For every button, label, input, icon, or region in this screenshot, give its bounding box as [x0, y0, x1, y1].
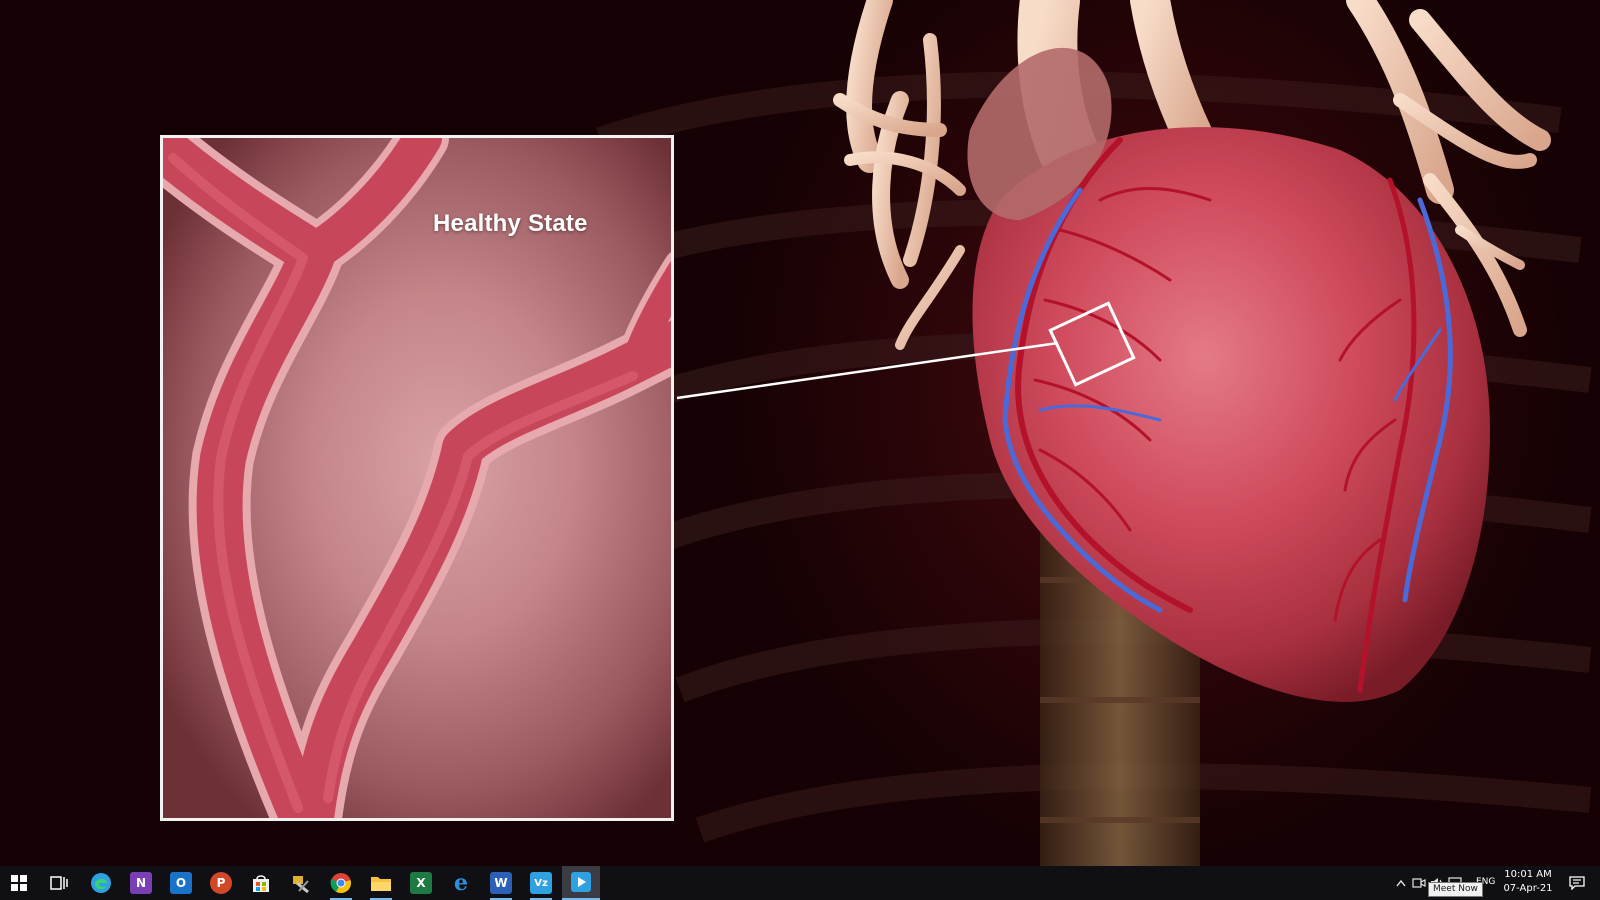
tools-icon — [293, 876, 309, 893]
taskbar-onenote[interactable]: N — [122, 866, 160, 900]
excel-icon: X — [410, 872, 432, 894]
notification-icon — [1569, 876, 1585, 890]
clock-date: 07-Apr-21 — [1503, 883, 1553, 894]
clock-time: 10:01 AM — [1504, 869, 1552, 880]
taskbar-file-explorer[interactable] — [362, 866, 400, 900]
taskbar-outlook[interactable]: O — [162, 866, 200, 900]
task-view-icon — [50, 876, 68, 890]
meet-now-icon[interactable] — [1410, 874, 1428, 892]
taskbar-media-player[interactable] — [562, 866, 600, 900]
taskbar-tools[interactable] — [282, 866, 320, 900]
taskbar-word[interactable]: W — [482, 866, 520, 900]
video-frame[interactable]: Healthy State — [0, 0, 1600, 866]
media-player-icon — [571, 872, 591, 892]
windows-logo-icon — [11, 875, 27, 891]
taskbar-powerpoint[interactable]: P — [202, 866, 240, 900]
taskbar: N O P X e W Vz ENG 10:01 AM 07-Apr-21 — [0, 866, 1600, 900]
action-center-button[interactable] — [1562, 866, 1592, 900]
taskbar-vz-app[interactable]: Vz — [522, 866, 560, 900]
taskbar-store[interactable] — [242, 866, 280, 900]
taskbar-internet-explorer[interactable]: e — [442, 866, 480, 900]
vz-icon: Vz — [530, 872, 552, 894]
onenote-icon: N — [130, 872, 152, 894]
inset-title: Healthy State — [433, 210, 588, 237]
folder-icon — [371, 877, 391, 891]
show-hidden-icons-chevron-icon[interactable] — [1392, 874, 1410, 892]
taskbar-excel[interactable]: X — [402, 866, 440, 900]
store-icon — [253, 875, 269, 892]
screen: Healthy State N O P X e W Vz ENG 10:01 A… — [0, 0, 1600, 900]
taskbar-edge[interactable] — [82, 866, 120, 900]
outlook-icon: O — [170, 872, 192, 894]
word-icon: W — [490, 872, 512, 894]
ie-icon: e — [454, 870, 468, 896]
chrome-icon — [330, 873, 351, 894]
powerpoint-icon: P — [210, 872, 232, 894]
start-button[interactable] — [0, 866, 38, 900]
taskbar-chrome[interactable] — [322, 866, 360, 900]
vessel-closeup — [163, 138, 671, 818]
edge-icon — [91, 873, 111, 893]
clock[interactable]: 10:01 AM 07-Apr-21 — [1496, 868, 1560, 896]
task-view-button[interactable] — [40, 866, 78, 900]
meet-now-tooltip: Meet Now — [1428, 882, 1483, 897]
inset-panel: Healthy State — [160, 135, 674, 821]
